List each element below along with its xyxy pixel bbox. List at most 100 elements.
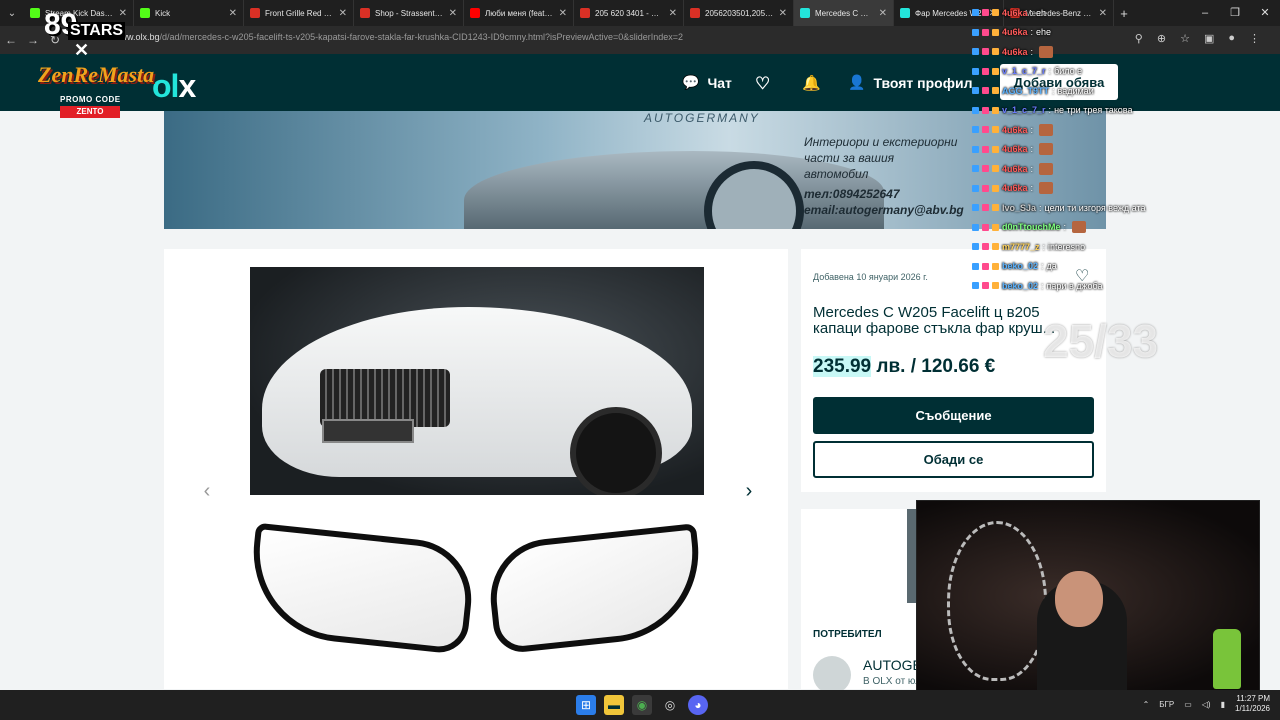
chat-message: m7777_z: interesno — [972, 237, 1192, 257]
network-icon[interactable]: ▭ — [1184, 700, 1192, 709]
chat-badge-icon — [982, 223, 989, 231]
chat-username[interactable]: v_1_c_7_r — [1002, 66, 1046, 76]
close-tab-icon[interactable]: ✕ — [559, 8, 567, 19]
chat-badge-icon — [992, 262, 999, 270]
chat-message: v_1_c_7_r: не три трея такова — [972, 101, 1192, 121]
car-photo[interactable] — [250, 267, 704, 495]
chat-separator: : — [1042, 241, 1046, 252]
close-tab-icon[interactable]: ✕ — [339, 8, 347, 19]
chat-badge-icon — [982, 87, 989, 95]
seller-banner-image: AUTOGERMANY Интериори и екстериорни част… — [164, 111, 1106, 229]
chat-emote-icon — [1039, 182, 1054, 195]
browser-menu-icon[interactable]: ⋮ — [1249, 32, 1260, 45]
chat-message: 4u6ka: — [972, 42, 1192, 62]
chat-text: пари в джоба — [1046, 280, 1103, 291]
language-indicator[interactable]: БГР — [1159, 700, 1174, 709]
tab-search-icon[interactable]: ⌄ — [0, 0, 24, 26]
chat-badge-icon — [972, 9, 979, 17]
close-window-icon[interactable]: ✕ — [1250, 0, 1280, 26]
url-path: /d/ad/mercedes-c-w205-facelift-ts-v205-k… — [159, 32, 684, 42]
chrome-icon[interactable]: ◉ — [632, 695, 652, 715]
chat-username[interactable]: Ivo_SJa — [1002, 203, 1036, 213]
browser-tab[interactable]: Front Grille Red & C ✕ — [244, 0, 354, 26]
chat-username[interactable]: beko_02 — [1002, 261, 1038, 271]
chat-username[interactable]: AGG_T9TT — [1002, 86, 1049, 96]
back-icon[interactable]: ← — [0, 33, 22, 47]
url-field[interactable]: www.olx.bg/d/ad/mercedes-c-w205-facelift… — [114, 32, 683, 42]
call-button[interactable]: Обади се — [813, 441, 1094, 478]
forward-icon[interactable]: → — [22, 33, 44, 47]
chat-badge-icon — [992, 106, 999, 114]
close-tab-icon[interactable]: ✕ — [669, 8, 677, 19]
next-photo-arrow-icon[interactable]: › — [736, 476, 762, 506]
chat-emote-icon — [1072, 221, 1087, 234]
tab-label: Mercedes C W205 F — [815, 8, 874, 18]
stream-chat-overlay: 4u6ka: eh 4u6ka: ehe 4u6ka: v_1_c_7_r: било еA… — [972, 3, 1192, 296]
close-tab-icon[interactable]: ✕ — [879, 8, 887, 19]
chat-text: цели ти изгоря вежд ата — [1044, 202, 1146, 213]
tray-overflow-icon[interactable]: ⌃ — [1143, 700, 1150, 709]
chat-separator: : — [1030, 163, 1034, 174]
olx-logo[interactable]: olx — [152, 68, 196, 105]
message-button[interactable]: Съобщение — [813, 397, 1094, 434]
chat-username[interactable]: 4u6ka — [1002, 144, 1028, 154]
chat-badge-icon — [982, 28, 989, 36]
favorites-heart-icon[interactable]: ♡ — [755, 74, 770, 94]
start-windows-icon[interactable]: ⊞ — [576, 695, 596, 715]
clock[interactable]: 11:27 PM 1/11/2026 — [1235, 694, 1270, 714]
olx-logo-left: ol — [152, 68, 179, 104]
notifications-bell-icon[interactable]: 🔔 — [802, 74, 821, 92]
extensions-icon[interactable]: ▣ — [1204, 32, 1214, 45]
chat-badge-icon — [972, 28, 979, 36]
prev-photo-arrow-icon[interactable]: ‹ — [194, 476, 220, 506]
close-tab-icon[interactable]: ✕ — [779, 8, 787, 19]
browser-tab[interactable]: Mercedes C W205 F ✕ — [794, 0, 894, 26]
seller-avatar[interactable] — [813, 656, 851, 694]
chat-separator: : — [1030, 7, 1034, 18]
chat-separator: : — [1048, 66, 1052, 77]
battery-icon[interactable]: ▮ — [1221, 700, 1225, 709]
chat-username[interactable]: 4u6ka — [1002, 27, 1028, 37]
user-icon: 👤 — [848, 74, 866, 90]
tab-label: Shop - Strassentech — [375, 8, 444, 18]
chat-text: eh — [1036, 7, 1047, 18]
tab-label: Kick — [155, 8, 171, 18]
browser-tab[interactable]: 2056203501,205620 ✕ — [684, 0, 794, 26]
profile-icon[interactable]: ● — [1228, 32, 1235, 45]
chat-separator: : — [1041, 280, 1044, 291]
chat-badge-icon — [982, 184, 989, 192]
chat-username[interactable]: 4u6ka — [1002, 8, 1028, 18]
chat-username[interactable]: 4u6ka — [1002, 164, 1028, 174]
obs-icon[interactable]: ◎ — [660, 695, 680, 715]
browser-tab[interactable]: Kick ✕ — [134, 0, 244, 26]
chat-badge-icon — [972, 204, 979, 212]
close-tab-icon[interactable]: ✕ — [229, 8, 237, 19]
chat-username[interactable]: 4u6ka — [1002, 47, 1028, 57]
chat-username[interactable]: v_1_c_7_r — [1002, 105, 1046, 115]
chat-separator: : — [1030, 144, 1034, 155]
maximize-icon[interactable]: ❐ — [1220, 0, 1250, 26]
discord-icon[interactable]: ◕ — [688, 695, 708, 715]
chat-badge-icon — [972, 145, 979, 153]
youtube-icon — [470, 8, 480, 18]
minimize-icon[interactable]: – — [1190, 0, 1220, 26]
chat-username[interactable]: 4u6ka — [1002, 125, 1028, 135]
sponsor-name: ZenReMasta — [38, 62, 155, 87]
volume-icon[interactable]: ◁) — [1202, 700, 1211, 709]
profile-link[interactable]: 👤 Твоят профил — [848, 74, 972, 91]
drink-bottle-shape — [1213, 629, 1241, 689]
chat-username[interactable]: m7777_z — [1002, 242, 1040, 252]
close-tab-icon[interactable]: ✕ — [449, 8, 457, 19]
cross-icon: ✕ — [74, 40, 90, 60]
chat-username[interactable]: d0nTtouchMe — [1002, 222, 1061, 232]
chat-link[interactable]: 💬 Чат — [682, 74, 732, 91]
browser-tab[interactable]: 205 620 3401 - Buy ✕ — [574, 0, 684, 26]
olx-icon — [800, 8, 810, 18]
file-explorer-icon[interactable]: ▬ — [604, 695, 624, 715]
chat-username[interactable]: beko_02 — [1002, 281, 1038, 291]
browser-tab[interactable]: Люби меня (feat. S ✕ — [464, 0, 574, 26]
chat-badge-icon — [982, 9, 989, 17]
browser-tab[interactable]: Shop - Strassentech ✕ — [354, 0, 464, 26]
chat-username[interactable]: 4u6ka — [1002, 183, 1028, 193]
chat-badge-icon — [972, 126, 979, 134]
